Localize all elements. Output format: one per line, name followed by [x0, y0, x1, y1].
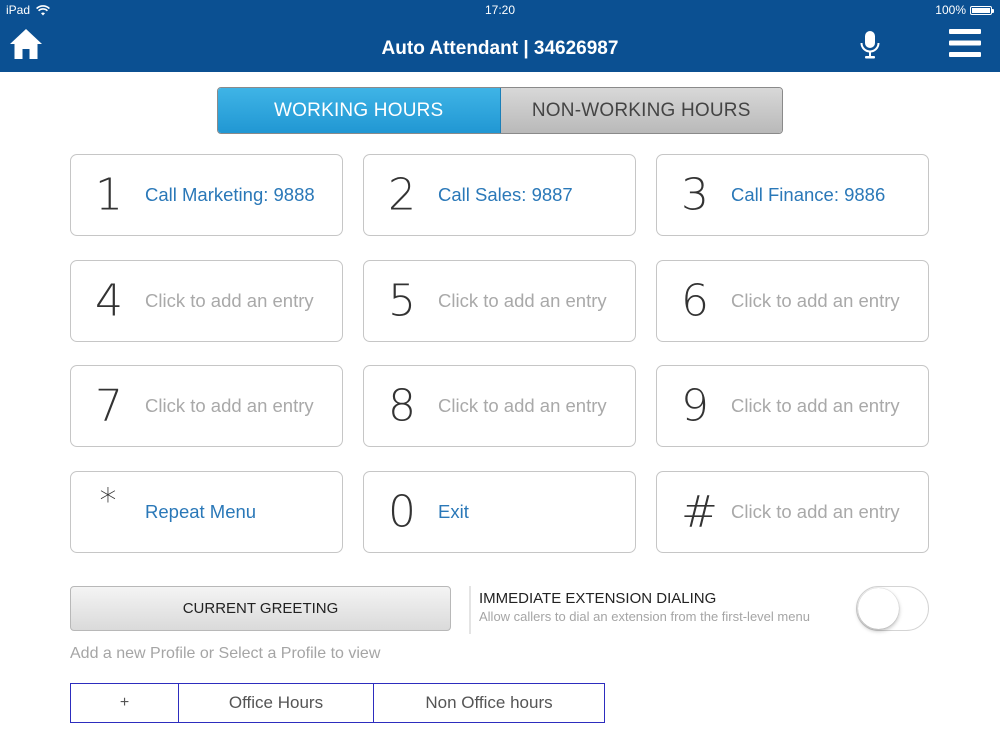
profile-tabs: + Office Hours Non Office hours	[70, 683, 605, 723]
battery-icon	[970, 5, 994, 15]
keypad-entry-8[interactable]: 8 Click to add an entry	[363, 365, 636, 447]
hours-segmented-control: WORKING HOURS NON-WORKING HOURS	[217, 87, 783, 134]
keypad-entry-star[interactable]: * Repeat Menu	[70, 471, 343, 553]
toggle-knob	[858, 588, 899, 629]
keypad-key: *	[99, 480, 117, 521]
profile-tab-office-hours[interactable]: Office Hours	[179, 684, 374, 722]
wifi-icon	[36, 4, 50, 15]
keypad-entry-label: Repeat Menu	[145, 501, 257, 522]
home-icon	[10, 29, 42, 59]
add-profile-button[interactable]: +	[71, 684, 179, 722]
keypad-key: 4	[95, 275, 123, 327]
keypad-entry-label: Click to add an entry	[145, 395, 314, 416]
keypad-entry-5[interactable]: 5 Click to add an entry	[363, 260, 636, 342]
divider	[469, 586, 471, 634]
profile-hint: Add a new Profile or Select a Profile to…	[70, 645, 381, 662]
keypad-entry-label: Click to add an entry	[731, 290, 900, 311]
keypad-entry-label: Click to add an entry	[731, 501, 900, 522]
immediate-dialing-subtitle: Allow callers to dial an extension from …	[479, 609, 810, 624]
keypad-entry-7[interactable]: 7 Click to add an entry	[70, 365, 343, 447]
status-left: iPad	[6, 3, 50, 17]
immediate-dialing-title: IMMEDIATE EXTENSION DIALING	[479, 590, 717, 607]
battery-fill	[972, 7, 990, 13]
keypad-entry-0[interactable]: 0 Exit	[363, 471, 636, 553]
home-button[interactable]	[8, 26, 44, 62]
battery-percent: 100%	[935, 3, 966, 17]
keypad-key: 6	[681, 275, 709, 327]
keypad-entry-9[interactable]: 9 Click to add an entry	[656, 365, 929, 447]
current-greeting-button[interactable]: CURRENT GREETING	[70, 586, 451, 631]
keypad-entry-label: Exit	[438, 501, 469, 522]
keypad-entry-2[interactable]: 2 Call Sales: 9887	[363, 154, 636, 236]
keypad-key: 3	[681, 169, 709, 221]
keypad-key: 8	[388, 380, 416, 432]
keypad-key: #	[681, 486, 718, 538]
keypad-entry-label: Call Marketing: 9888	[145, 184, 315, 205]
hamburger-menu-icon	[949, 29, 981, 57]
keypad-entry-label: Click to add an entry	[438, 395, 607, 416]
profile-tab-non-office-hours[interactable]: Non Office hours	[374, 684, 604, 722]
keypad-entry-label: Click to add an entry	[145, 290, 314, 311]
keypad-key: 5	[388, 275, 416, 327]
page-title: Auto Attendant | 34626987	[381, 38, 619, 59]
keypad-entry-hash[interactable]: # Click to add an entry	[656, 471, 929, 553]
tab-non-working-hours[interactable]: NON-WORKING HOURS	[500, 88, 782, 133]
keypad-key: 9	[681, 380, 709, 432]
top-bar: iPad 17:20 100% Auto Attendant | 3462698…	[0, 0, 1000, 72]
microphone-icon	[860, 31, 880, 59]
status-right: 100%	[935, 3, 994, 17]
keypad-key: 1	[95, 169, 123, 221]
keypad-entry-1[interactable]: 1 Call Marketing: 9888	[70, 154, 343, 236]
keypad-key: 0	[388, 486, 416, 538]
menu-button[interactable]	[947, 27, 983, 59]
keypad-entry-label: Click to add an entry	[731, 395, 900, 416]
keypad-entry-3[interactable]: 3 Call Finance: 9886	[656, 154, 929, 236]
keypad-entry-6[interactable]: 6 Click to add an entry	[656, 260, 929, 342]
keypad-entry-label: Call Finance: 9886	[731, 184, 886, 205]
keypad-entry-label: Click to add an entry	[438, 290, 607, 311]
status-time: 17:20	[484, 3, 516, 17]
keypad-key: 7	[95, 380, 123, 432]
tab-working-hours[interactable]: WORKING HOURS	[218, 88, 501, 133]
keypad-entry-label: Call Sales: 9887	[438, 184, 573, 205]
keypad-key: 2	[388, 169, 416, 221]
keypad-entry-4[interactable]: 4 Click to add an entry	[70, 260, 343, 342]
microphone-button[interactable]	[858, 30, 882, 60]
immediate-dialing-toggle[interactable]	[856, 586, 929, 631]
device-name: iPad	[6, 3, 31, 17]
